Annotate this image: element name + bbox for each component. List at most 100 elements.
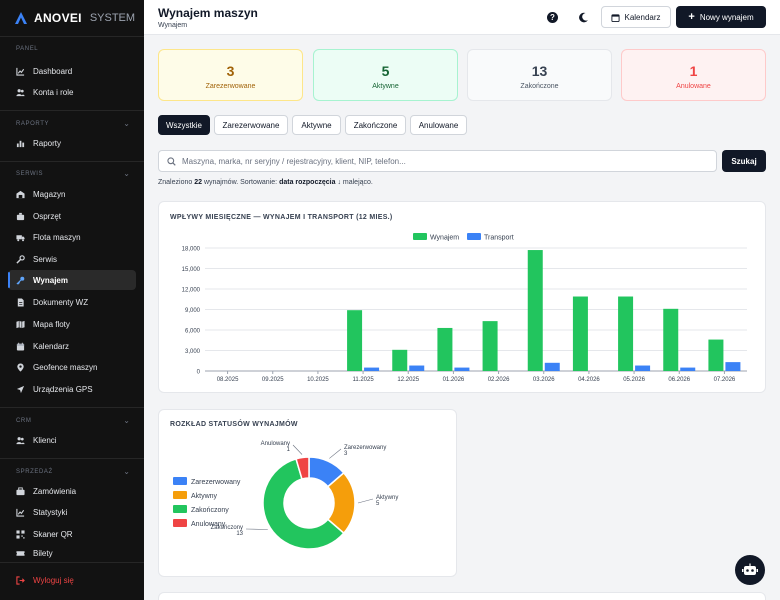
- sidebar-item-fleet[interactable]: Flota maszyn: [8, 227, 136, 247]
- filter-tab-reserved[interactable]: Zarezerwowane: [214, 115, 288, 135]
- filter-tab-cancelled[interactable]: Anulowane: [410, 115, 467, 135]
- brand[interactable]: ANOVEI SYSTEM: [0, 0, 144, 36]
- stat-label: Anulowane: [676, 83, 711, 90]
- geofence-icon: [17, 362, 24, 372]
- filter-tab-finished[interactable]: Zakończone: [345, 115, 406, 135]
- x-tick-label: 09.2025: [262, 377, 284, 383]
- legend-label: Anulowany: [191, 521, 226, 528]
- sidebar-item-documents[interactable]: Dokumenty WZ: [8, 292, 136, 312]
- revenue-chart-card: WPŁYWY MIESIĘCZNE — WYNAJEM I TRANSPORT …: [158, 201, 766, 393]
- filter-tab-active[interactable]: Aktywne: [292, 115, 341, 135]
- sidebar-item-label: Klienci: [33, 435, 57, 445]
- sidebar-item-dashboard[interactable]: Dashboard: [8, 61, 136, 81]
- bar-wynajem: [618, 296, 634, 371]
- calendar-icon: [16, 342, 25, 351]
- sidebar-divider: [0, 36, 144, 37]
- search-input[interactable]: [182, 156, 702, 166]
- sidebar-item-label: Dashboard: [33, 66, 73, 76]
- svg-text:?: ?: [550, 13, 555, 22]
- chevron-down-icon[interactable]: ⌄: [123, 467, 130, 476]
- leader-line: [357, 498, 374, 504]
- breadcrumb[interactable]: Wynajem: [158, 22, 187, 29]
- chevron-down-icon[interactable]: ⌄: [123, 119, 130, 128]
- key-icon: [16, 276, 25, 285]
- sidebar-item-label: Osprzęt: [33, 211, 62, 221]
- sidebar-item-label: Urządzenia GPS: [33, 384, 93, 394]
- x-tick-label: 08.2025: [217, 377, 239, 383]
- y-tick-label: 18,000: [182, 247, 201, 253]
- section-title-reports: RAPORTY: [16, 121, 50, 127]
- section-title-panel: PANEL: [16, 46, 39, 52]
- bar-wynajem: [392, 349, 408, 371]
- brand-logo-icon: [15, 12, 27, 24]
- stat-label: Aktywne: [372, 83, 399, 90]
- bar-wynajem: [437, 327, 453, 371]
- sidebar-item-accounts[interactable]: Konta i role: [8, 82, 136, 102]
- stat-card-reserved[interactable]: 3 Zarezerwowane: [158, 49, 303, 101]
- results-sort-field: data rozpoczęcia: [279, 179, 336, 186]
- sidebar-item-label: Zamówienia: [33, 486, 77, 496]
- sidebar-item-label: Dokumenty WZ: [33, 297, 89, 307]
- calendar-icon: [611, 13, 621, 22]
- sidebar-item-fleet-map[interactable]: Mapa floty: [8, 314, 136, 334]
- status-donut-chart: Zarezerwowany3Aktywny5Zakończony13Anulow…: [173, 441, 398, 550]
- sidebar-item-label: Bilety: [33, 548, 53, 558]
- users-icon: [16, 88, 25, 96]
- calendar-button[interactable]: Kalendarz: [601, 6, 671, 28]
- leader-line: [292, 444, 303, 455]
- filter-tab-all[interactable]: Wszystkie: [158, 115, 210, 135]
- sidebar-item-label: Flota maszyn: [33, 232, 81, 242]
- sidebar-item-geofence[interactable]: Geofence maszyn: [8, 357, 136, 377]
- sidebar-item-clients[interactable]: Klienci: [8, 430, 136, 450]
- orders-icon: [16, 486, 25, 495]
- section-title-service: SERWIS: [16, 171, 44, 177]
- wrench-icon: [16, 254, 25, 264]
- legend-label: Transport: [484, 235, 514, 242]
- slice-value: 5: [376, 501, 380, 507]
- logout-button[interactable]: Wyloguj się: [8, 570, 136, 590]
- legend-label: Zarezerwowany: [191, 479, 241, 486]
- sidebar-item-gps[interactable]: Urządzenia GPS: [8, 379, 136, 399]
- bar-wynajem: [572, 296, 588, 371]
- ticket-icon: [16, 550, 25, 556]
- legend-swatch: [173, 519, 187, 527]
- sort-direction-icon: ↓: [337, 179, 341, 186]
- stat-label: Zakończone: [520, 83, 559, 90]
- chatbot-button[interactable]: [735, 555, 765, 585]
- sidebar-item-label: Statystyki: [33, 507, 68, 517]
- bar-wynajem: [527, 250, 543, 371]
- x-tick-label: 11.2025: [352, 377, 374, 383]
- stat-card-active[interactable]: 5 Aktywne: [313, 49, 458, 101]
- sidebar-item-label: Wynajem: [33, 275, 68, 285]
- stat-card-finished[interactable]: 13 Zakończone: [467, 49, 612, 101]
- legend-swatch: [173, 505, 187, 513]
- stats-icon: [16, 508, 25, 517]
- moon-icon[interactable]: [576, 10, 590, 24]
- sidebar-item-tickets[interactable]: Bilety: [8, 546, 136, 560]
- sidebar-item-label: Skaner QR: [33, 529, 73, 539]
- new-rental-button[interactable]: + Nowy wynajem: [676, 6, 766, 28]
- sidebar-item-reports[interactable]: Raporty: [8, 133, 136, 153]
- sidebar-item-label: Magazyn: [33, 189, 66, 199]
- report-icon: [16, 140, 25, 147]
- chevron-down-icon[interactable]: ⌄: [123, 169, 130, 178]
- x-tick-label: 07.2026: [714, 377, 736, 383]
- slice-value: 13: [236, 531, 243, 537]
- sidebar-item-rental[interactable]: Wynajem: [8, 270, 136, 290]
- sidebar-item-statistics[interactable]: Statystyki: [8, 502, 136, 522]
- sidebar-item-attachments[interactable]: Osprzęt: [8, 206, 136, 226]
- sidebar-item-qr-scanner[interactable]: Skaner QR: [8, 524, 136, 544]
- search-icon: [167, 156, 176, 166]
- stat-card-cancelled[interactable]: 1 Anulowane: [621, 49, 766, 101]
- sidebar-item-orders[interactable]: Zamówienia: [8, 481, 136, 501]
- sidebar-item-calendar[interactable]: Kalendarz: [8, 336, 136, 356]
- rentals-list-card: [158, 592, 766, 600]
- help-icon[interactable]: ?: [545, 10, 559, 24]
- sidebar-item-warehouse[interactable]: Magazyn: [8, 184, 136, 204]
- x-tick-label: 04.2026: [578, 377, 600, 383]
- slice-label: Anulowany: [261, 441, 290, 447]
- sidebar-item-service[interactable]: Serwis: [8, 249, 136, 269]
- gps-icon: [16, 385, 25, 393]
- chevron-down-icon[interactable]: ⌄: [123, 416, 130, 425]
- search-button[interactable]: Szukaj: [722, 150, 766, 172]
